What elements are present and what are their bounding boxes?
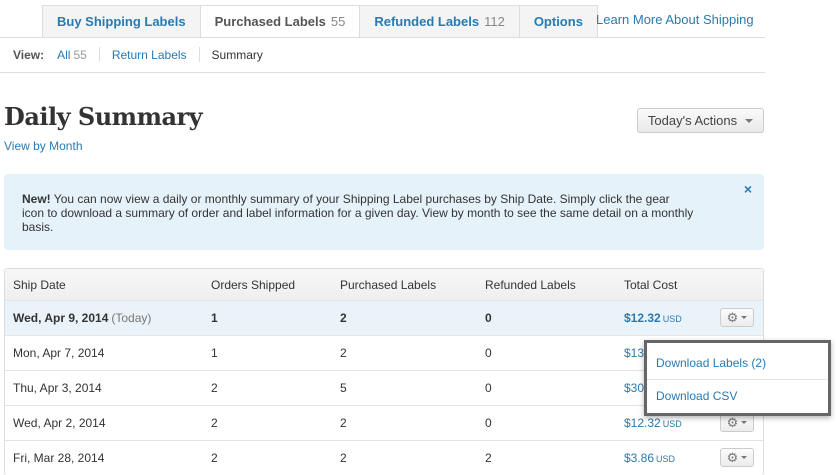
orders-shipped: 1 <box>211 346 218 360</box>
view-all-label: All <box>57 47 71 62</box>
learn-more-link[interactable]: Learn More About Shipping <box>596 12 754 27</box>
row-gear-button[interactable]: ⚙ <box>720 308 754 327</box>
header-purchased-labels: Purchased Labels <box>340 277 437 292</box>
gear-icon: ⚙ <box>726 450 739 465</box>
download-labels-item[interactable]: Download Labels (2) <box>647 346 828 379</box>
table-row: Wed, Apr 9, 2014 (Today) 1 2 0 $12.32 USD … <box>5 300 763 335</box>
purchased-labels: 2 <box>340 311 347 325</box>
total-cost-value: $12.32 <box>624 311 661 325</box>
currency-label: USD <box>656 454 676 464</box>
tab-label: Refunded Labels <box>374 14 480 29</box>
total-cost[interactable]: $3.86 USD <box>624 451 675 465</box>
view-all-count: 55 <box>73 47 87 62</box>
currency-label: USD <box>662 314 682 324</box>
chevron-down-icon <box>741 316 748 319</box>
download-csv-item[interactable]: Download CSV <box>647 379 828 412</box>
info-notice: New! You can now view a daily or monthly… <box>4 174 764 250</box>
ship-date-value: Wed, Apr 9, 2014 <box>13 311 109 325</box>
notice-bold: New! <box>22 192 51 206</box>
refunded-labels: 0 <box>485 311 492 325</box>
page-title: Daily Summary <box>4 102 203 131</box>
refunded-labels: 2 <box>485 451 492 465</box>
close-icon[interactable]: × <box>744 182 752 196</box>
row-gear-button[interactable]: ⚙ <box>720 448 754 467</box>
tab-purchased-labels[interactable]: Purchased Labels 55 <box>200 5 361 38</box>
summary-current: Summary <box>211 47 263 62</box>
orders-shipped: 2 <box>211 451 218 465</box>
tab-count: 112 <box>484 14 505 29</box>
tab-label: Options <box>533 14 583 29</box>
refunded-labels: 0 <box>485 346 492 360</box>
header-orders-shipped: Orders Shipped <box>211 277 296 292</box>
total-cost-value: $3.86 <box>624 451 655 465</box>
orders-shipped: 2 <box>211 381 218 395</box>
tab-divider <box>0 37 765 38</box>
currency-label: USD <box>662 419 682 429</box>
refunded-labels: 0 <box>485 381 492 395</box>
view-subnav: View: All 55 Return Labels Summary <box>13 47 263 62</box>
todays-actions-label: Today's Actions <box>647 113 738 128</box>
purchased-labels: 2 <box>340 451 347 465</box>
purchased-labels: 5 <box>340 381 347 395</box>
purchased-labels: 2 <box>340 416 347 430</box>
view-by-month-link[interactable]: View by Month <box>4 139 83 153</box>
tab-options[interactable]: Options <box>519 5 598 38</box>
tab-label: Buy Shipping Labels <box>57 14 186 29</box>
chevron-down-icon <box>745 118 754 123</box>
gear-dropdown-menu: Download Labels (2) Download CSV <box>644 340 831 416</box>
subnav-divider <box>98 47 100 62</box>
chevron-down-icon <box>741 456 748 459</box>
tab-buy-shipping-labels[interactable]: Buy Shipping Labels <box>42 5 201 38</box>
refunded-labels: 0 <box>485 416 492 430</box>
tab-count: 55 <box>330 14 346 29</box>
purchased-labels: 2 <box>340 346 347 360</box>
view-all-link[interactable]: All 55 <box>57 48 87 62</box>
ship-date: Wed, Apr 2, 2014 <box>13 416 106 430</box>
header-total-cost: Total Cost <box>624 277 678 292</box>
notice-text: You can now view a daily or monthly summ… <box>22 192 694 234</box>
header-refunded-labels: Refunded Labels <box>485 277 576 292</box>
ship-date: Thu, Apr 3, 2014 <box>13 381 102 395</box>
total-cost[interactable]: $12.32 USD <box>624 416 682 430</box>
ship-date: Wed, Apr 9, 2014 (Today) <box>13 311 151 325</box>
orders-shipped: 2 <box>211 416 218 430</box>
gear-icon: ⚙ <box>726 415 739 430</box>
view-label: View: <box>13 47 45 62</box>
header-ship-date: Ship Date <box>13 277 66 292</box>
total-cost[interactable]: $12.32 USD <box>624 311 682 325</box>
orders-shipped: 1 <box>211 311 218 325</box>
today-note: (Today) <box>111 311 152 325</box>
subnav-divider <box>198 47 200 62</box>
ship-date: Mon, Apr 7, 2014 <box>13 346 105 360</box>
total-cost-value: $12.32 <box>624 416 661 430</box>
tab-label: Purchased Labels <box>214 14 326 29</box>
ship-date: Fri, Mar 28, 2014 <box>13 451 105 465</box>
gear-icon: ⚙ <box>726 310 739 325</box>
return-labels-link[interactable]: Return Labels <box>112 48 187 62</box>
table-row: Fri, Mar 28, 2014 2 2 2 $3.86 USD ⚙ <box>5 440 763 475</box>
chevron-down-icon <box>741 421 748 424</box>
shipping-tabs: Buy Shipping Labels Purchased Labels 55 … <box>42 5 598 38</box>
todays-actions-button[interactable]: Today's Actions <box>637 108 764 133</box>
subnav-divider-line <box>0 72 765 73</box>
table-header: Ship Date Orders Shipped Purchased Label… <box>5 269 763 300</box>
tab-refunded-labels[interactable]: Refunded Labels 112 <box>360 5 520 38</box>
